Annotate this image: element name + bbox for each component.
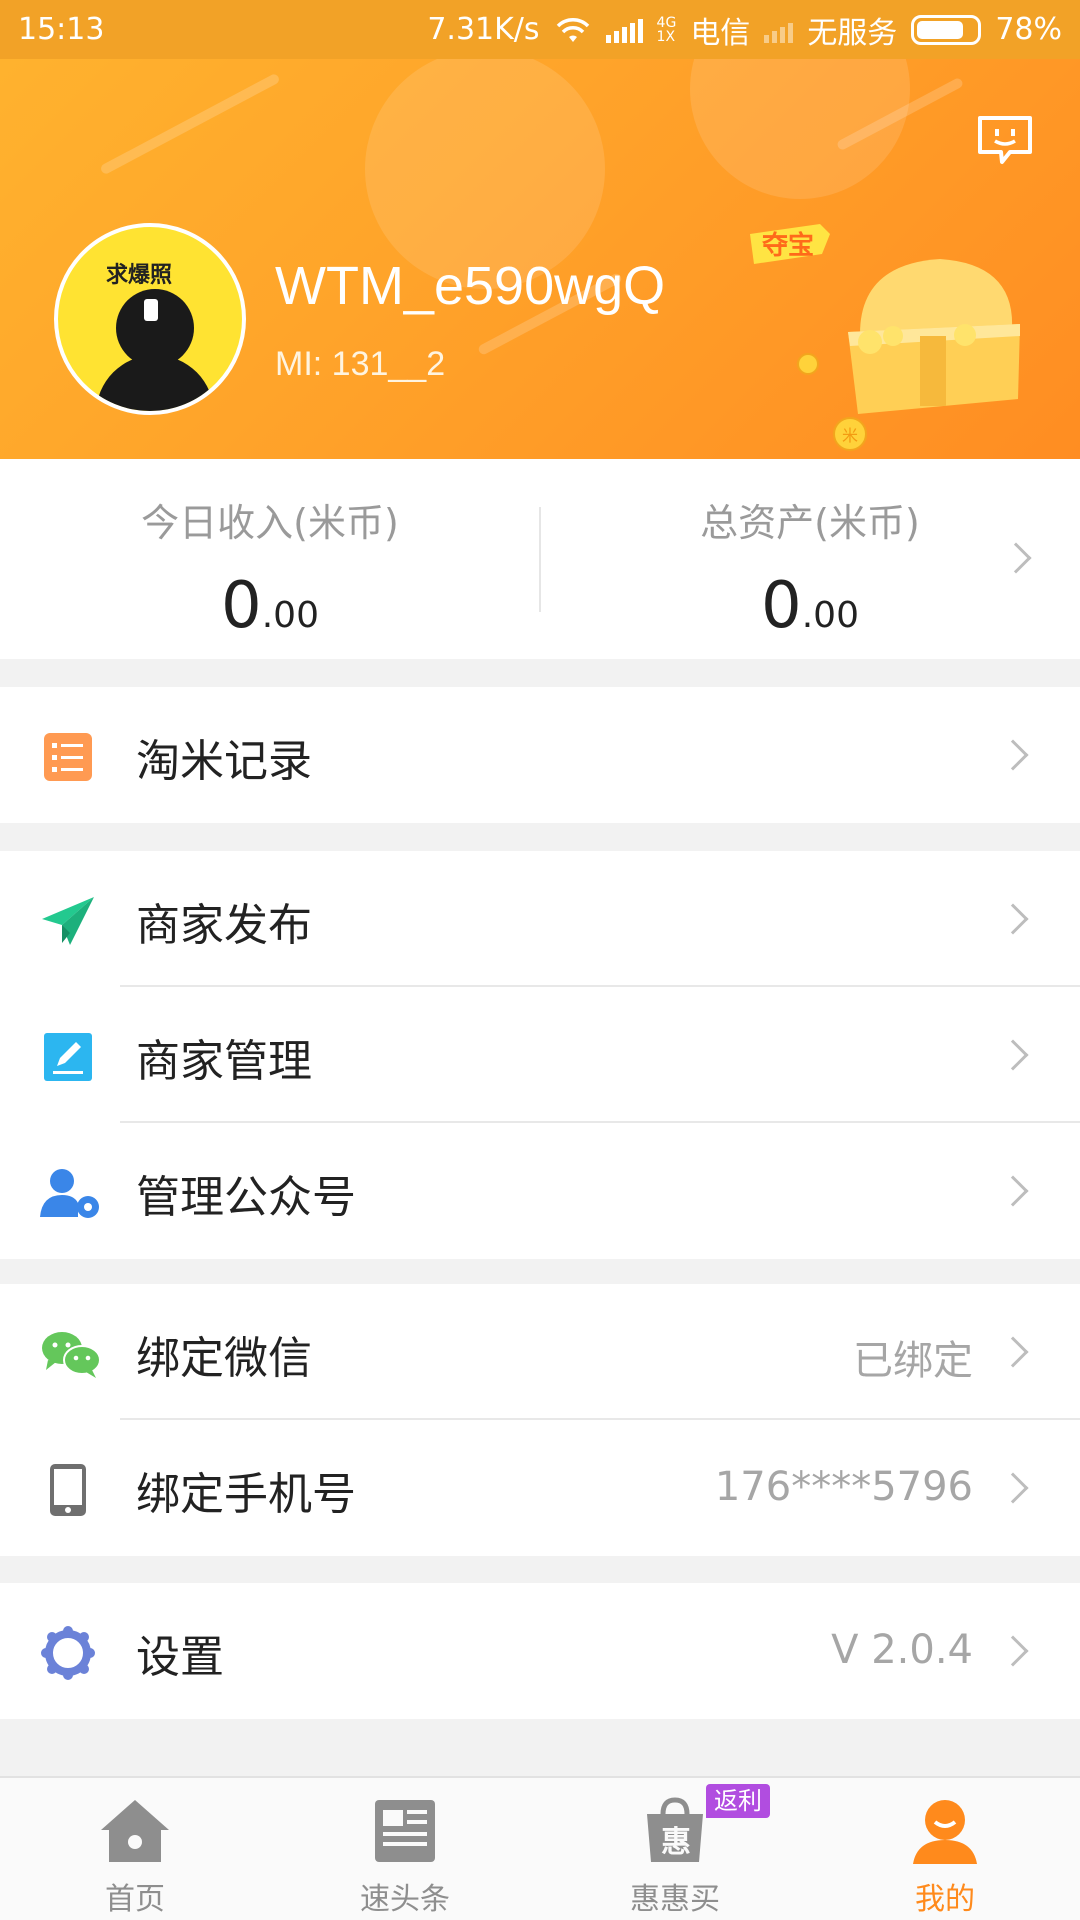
no-signal-icon [764, 17, 794, 43]
menu-group-records: 淘米记录 [0, 687, 1080, 823]
wechat-icon [42, 1332, 101, 1378]
paper-plane-icon [42, 897, 94, 945]
edit-icon [44, 1033, 92, 1081]
avatar-body [96, 355, 214, 411]
network-speed: 7.31K/s [427, 12, 540, 47]
menu-label: 绑定微信 [136, 1333, 312, 1384]
menu-label: 商家发布 [136, 900, 312, 951]
user-id: MI: 131__2 [275, 345, 446, 383]
treasure-chest-banner[interactable]: 夺宝 米 [750, 224, 1050, 454]
stats-divider [539, 507, 541, 612]
no-service-text: 无服务 [807, 15, 898, 51]
signal-strength-icon [605, 17, 643, 43]
chevron-right-icon [997, 1175, 1029, 1207]
carrier-name: 电信 [690, 15, 751, 51]
chest-label: 夺宝 [762, 230, 814, 261]
battery-percent: 78% [995, 12, 1062, 47]
news-icon [375, 1800, 435, 1862]
user-settings-icon [40, 1169, 99, 1218]
tab-news[interactable]: 速头条 [270, 1778, 540, 1920]
menu-item-settings[interactable]: 设置 V 2.0.4 [0, 1583, 1080, 1719]
chest-coin-mark: 米 [842, 426, 858, 445]
wechat-bind-status: 已绑定 [853, 1338, 973, 1384]
menu-item-merchant-publish[interactable]: 商家发布 [0, 851, 1080, 987]
menu-label: 淘米记录 [136, 736, 312, 787]
tab-label: 我的 [915, 1882, 975, 1917]
menu-group-merchant: 商家发布 商家管理 管理公众号 [0, 851, 1080, 1259]
menu-group-settings: 设置 V 2.0.4 [0, 1583, 1080, 1719]
bottom-tab-bar: 首页 速头条 惠 惠惠买 我的 [0, 1776, 1080, 1920]
tab-label: 惠惠买 [630, 1882, 720, 1917]
chevron-right-icon [997, 1635, 1029, 1667]
message-icon[interactable] [976, 114, 1034, 166]
chevron-right-icon [997, 1336, 1029, 1368]
menu-item-merchant-manage[interactable]: 商家管理 [0, 987, 1080, 1123]
menu-item-taomi-records[interactable]: 淘米记录 [0, 687, 1080, 823]
status-time: 15:13 [18, 12, 105, 47]
avatar[interactable]: 求爆照 [54, 223, 246, 415]
phone-icon [50, 1464, 86, 1516]
gear-icon [41, 1626, 95, 1680]
menu-item-bind-phone[interactable]: 绑定手机号 176****5796 [0, 1420, 1080, 1556]
menu-item-bind-wechat[interactable]: 绑定微信 已绑定 [0, 1284, 1080, 1420]
tab-mine[interactable]: 我的 [810, 1778, 1080, 1920]
chevron-right-icon [997, 1039, 1029, 1071]
record-list-icon [44, 733, 92, 781]
total-assets-value: 0.00 [761, 569, 859, 643]
chevron-right-icon [997, 903, 1029, 935]
menu-label: 商家管理 [136, 1036, 312, 1087]
tab-label: 首页 [105, 1882, 165, 1917]
menu-label: 设置 [136, 1632, 224, 1683]
chevron-right-icon [997, 739, 1029, 771]
home-icon [101, 1800, 169, 1862]
today-income: 今日收入(米币) 0.00 [0, 459, 540, 659]
header-decoration [99, 72, 281, 176]
today-income-label: 今日收入(米币) [141, 501, 399, 545]
menu-label: 管理公众号 [136, 1172, 356, 1223]
today-income-value: 0.00 [221, 569, 319, 643]
battery-icon [911, 14, 982, 45]
menu-label: 绑定手机号 [136, 1469, 356, 1520]
tab-home[interactable]: 首页 [0, 1778, 270, 1920]
wifi-icon [556, 17, 589, 42]
shopping-bag-icon-char: 惠 [661, 1825, 691, 1860]
chevron-right-icon [997, 1472, 1029, 1504]
avatar-caption: 求爆照 [106, 263, 173, 288]
total-assets-label: 总资产(米币) [700, 501, 920, 545]
menu-group-binding: 绑定微信 已绑定 绑定手机号 176****5796 [0, 1284, 1080, 1556]
app-version: V 2.0.4 [831, 1627, 973, 1673]
status-bar: 15:13 7.31K/s 4G 1X 电信 无服务 78% [0, 0, 1080, 59]
total-assets: 总资产(米币) 0.00 [540, 459, 1080, 659]
rebate-badge: 返利 [706, 1784, 770, 1818]
shopping-bag-icon: 惠 [647, 1797, 703, 1862]
username: WTM_e590wgQ [275, 256, 666, 316]
menu-item-manage-official-account[interactable]: 管理公众号 [0, 1123, 1080, 1259]
avatar-eye [144, 299, 158, 321]
network-type: 4G 1X [656, 14, 677, 45]
bound-phone-number: 176****5796 [714, 1464, 973, 1510]
tab-label: 速头条 [360, 1882, 450, 1917]
user-profile-icon [913, 1800, 977, 1864]
profile-header: 求爆照 WTM_e590wgQ MI: 131__2 夺宝 米 [0, 59, 1080, 459]
